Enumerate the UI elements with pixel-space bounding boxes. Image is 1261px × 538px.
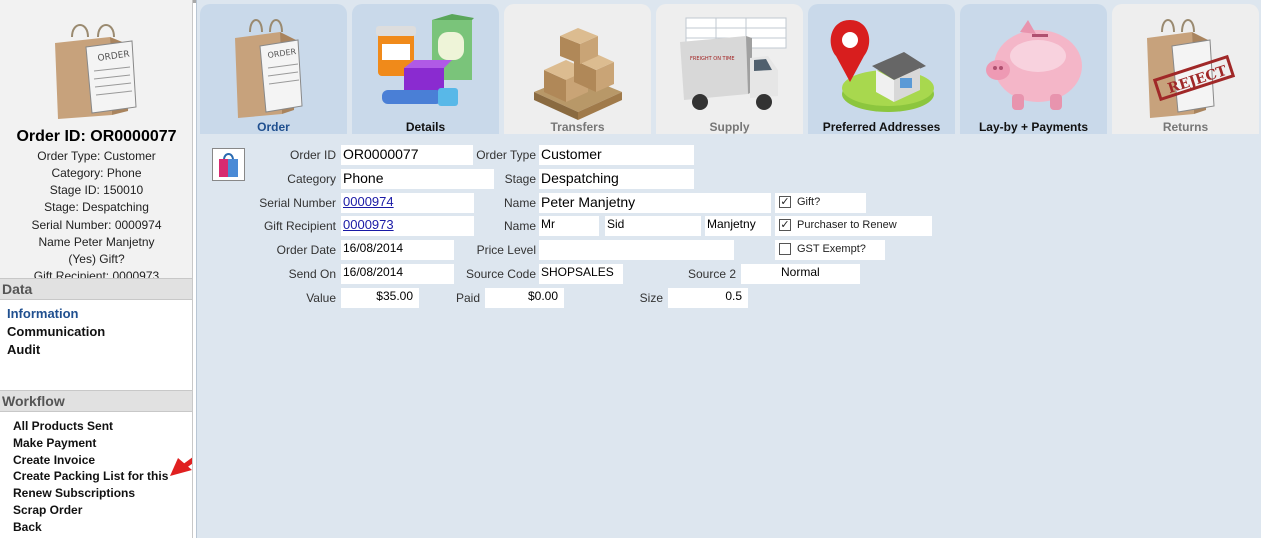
price-level-field[interactable] [539,240,734,260]
recipient-last-name-field[interactable]: Manjetny [705,216,771,236]
tab-returns[interactable]: REJECT Returns [1112,4,1259,134]
gift-recipient-label: Gift Recipient [263,219,336,233]
gift-checkbox-row: ✓ Gift? [775,193,866,213]
source-code-field[interactable]: SHOPSALES [539,264,623,284]
summary-gift: (Yes) Gift? [68,252,125,266]
category-label: Category [287,172,336,186]
workflow-back[interactable]: Back [13,520,42,534]
recipient-title-field[interactable]: Mr [539,216,599,236]
recipient-name-label: Name [503,219,536,233]
order-type-field[interactable]: Customer [539,145,694,165]
value-field[interactable]: $35.00 [341,288,419,308]
data-section-header: Data [0,278,192,300]
tab-supply-label: Supply [709,120,750,134]
shopping-bag-icon: ORDER [55,24,137,119]
boxes-pallet-icon [534,28,622,120]
summary-order-type: Order Type: Customer [37,149,156,163]
shopping-bag-icon [219,153,238,177]
piggy-bank-icon [986,20,1082,110]
tab-layby-payments[interactable]: Lay-by + Payments [960,4,1107,134]
tab-order[interactable]: ORDER Order [200,4,347,134]
products-icon [376,14,474,106]
gift-checkbox-label: Gift? [797,196,821,208]
data-link-audit[interactable]: Audit [7,342,40,357]
paid-field[interactable]: $0.00 [485,288,564,308]
workflow-make-payment[interactable]: Make Payment [13,436,96,450]
workflow-section-header: Workflow [0,390,192,412]
gst-exempt-checkbox[interactable] [779,243,791,255]
serial-number-link[interactable]: 0000974 [341,193,474,213]
send-on-field[interactable]: 16/08/2014 [341,264,454,284]
gst-exempt-label: GST Exempt? [797,243,866,255]
stage-label: Stage [504,172,536,186]
order-date-field[interactable]: 16/08/2014 [341,240,454,260]
red-arrow-annotation [170,457,192,476]
truck-icon: FREIGHT ON TIME [680,17,787,110]
order-id-field[interactable]: OR0000077 [341,145,473,165]
purchaser-to-renew-checkbox[interactable]: ✓ [779,219,791,231]
tab-returns-label: Returns [1162,120,1209,134]
workflow-create-invoice[interactable]: Create Invoice [13,453,95,467]
source-code-label: Source Code [465,267,536,281]
order-type-label: Order Type [476,148,536,162]
gift-recipient-link[interactable]: 0000973 [341,216,474,236]
purchaser-to-renew-row: ✓ Purchaser to Renew [775,216,932,236]
serial-number-label: Serial Number [259,196,336,210]
size-label: Size [639,291,663,305]
order-summary: ORDER Order ID: OR0000077 Order Type: Cu… [0,0,192,279]
tab-transfers[interactable]: Transfers [504,4,651,134]
map-pin-house-icon [830,20,934,112]
tab-order-label: Order [257,120,290,134]
main-content: ORDER Order Details Transfers FREIGHT ON… [196,0,1261,538]
tab-preferred-addresses-label: Preferred Addresses [822,120,941,134]
summary-category: Category: Phone [51,166,142,180]
order-date-label: Order Date [276,243,336,257]
workflow-create-packing-list[interactable]: Create Packing List for this [13,469,168,483]
workflow-renew-subscriptions[interactable]: Renew Subscriptions [13,486,135,500]
paid-label: Paid [455,291,480,305]
tab-details-label: Details [405,120,446,134]
name-field[interactable]: Peter Manjetny [539,193,771,213]
stage-field[interactable]: Despatching [539,169,694,189]
tab-layby-payments-label: Lay-by + Payments [978,120,1089,134]
send-on-label: Send On [288,267,336,281]
svg-text:FREIGHT ON TIME: FREIGHT ON TIME [690,56,735,62]
price-level-label: Price Level [476,243,536,257]
size-field[interactable]: 0.5 [668,288,748,308]
left-panel: ORDER Order ID: OR0000077 Order Type: Cu… [0,0,193,538]
order-bag-button[interactable] [212,148,245,181]
data-link-communication[interactable]: Communication [7,324,105,339]
workflow-all-products-sent[interactable]: All Products Sent [13,419,113,433]
reject-bag-icon: REJECT [1147,19,1236,118]
data-link-information[interactable]: Information [7,306,79,321]
gst-exempt-row: GST Exempt? [775,240,885,260]
summary-stage: Stage: Despatching [44,200,149,214]
workflow-scrap-order[interactable]: Scrap Order [13,503,82,517]
name-label: Name [503,196,536,210]
purchaser-to-renew-label: Purchaser to Renew [797,219,897,231]
summary-serial-number: Serial Number: 0000974 [31,218,162,232]
gift-checkbox[interactable]: ✓ [779,196,791,208]
tab-details[interactable]: Details [352,4,499,134]
order-id-label: Order ID [289,148,336,162]
tab-supply[interactable]: FREIGHT ON TIME Supply [656,4,803,134]
recipient-first-name-field[interactable]: Sid [605,216,701,236]
order-id-heading: Order ID: OR0000077 [16,128,177,145]
tab-transfers-label: Transfers [550,120,605,134]
summary-name: Name Peter Manjetny [38,235,155,249]
tab-preferred-addresses[interactable]: Preferred Addresses [808,4,955,134]
source-2-field[interactable]: Normal [741,264,860,284]
shopping-bag-icon: ORDER [235,19,303,118]
source-2-label: Source 2 [687,267,736,281]
summary-stage-id: Stage ID: 150010 [49,183,144,197]
value-label: Value [306,291,336,305]
